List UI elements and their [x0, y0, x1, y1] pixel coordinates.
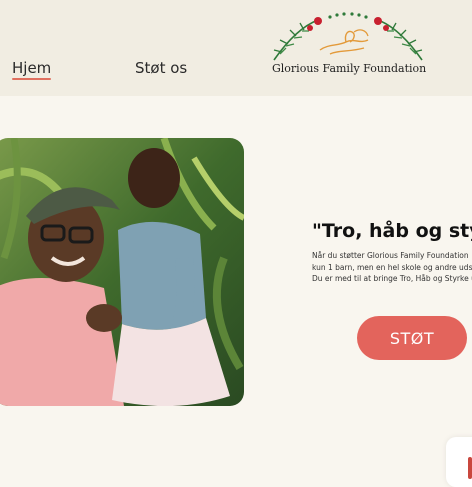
support-cta-button[interactable]: STØT: [357, 316, 467, 360]
hero-description-line: kun 1 barn, men en hel skole og andre ud…: [312, 262, 472, 272]
nav-support-link[interactable]: Støt os: [135, 59, 187, 77]
nav-home-link[interactable]: Hjem: [12, 59, 52, 80]
hero-description: Når du støtter Glorious Family Foundatio…: [312, 250, 472, 285]
floating-card[interactable]: [446, 437, 472, 487]
hero-title: "Tro, håb og styr: [312, 220, 472, 242]
brand-name: Glorious Family Foundation: [272, 62, 427, 75]
hero-description-line: Når du støtter Glorious Family Foundatio…: [312, 251, 469, 260]
hero-description-line: Du er med til at bringe Tro, Håb og Styr…: [312, 274, 472, 283]
hero-photo: [0, 138, 244, 406]
card-marker-icon: [468, 457, 472, 479]
hero-photo-graphic: [0, 138, 244, 406]
site-header: Hjem Støt os Glorious Family Foundation: [0, 0, 472, 96]
